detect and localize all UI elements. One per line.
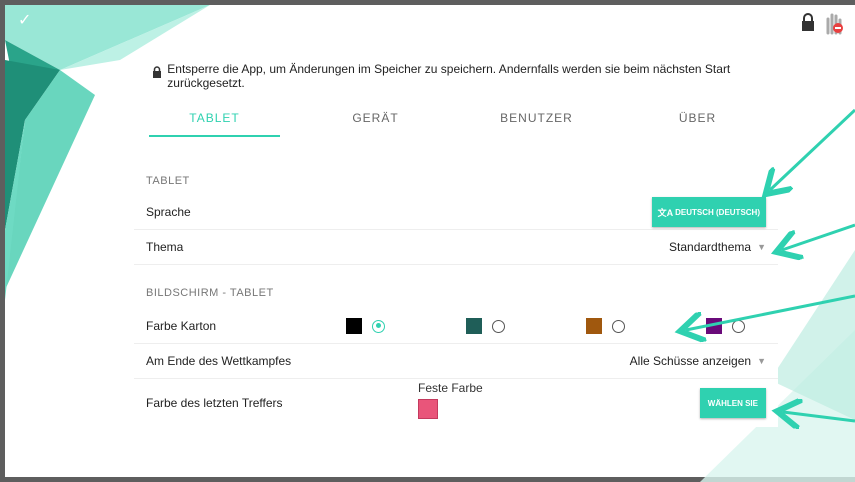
card-color-row: Farbe Karton	[134, 309, 778, 344]
card-color-option-purple[interactable]	[706, 318, 745, 334]
color-swatch	[466, 318, 482, 334]
theme-value: Standardthema	[669, 240, 752, 254]
settings-tabs: TABLET GERÄT BENUTZER ÜBER	[134, 105, 778, 137]
tab-ueber[interactable]: ÜBER	[617, 105, 778, 137]
card-color-option-teal[interactable]	[466, 318, 505, 334]
end-of-competition-value: Alle Schüsse anzeigen	[629, 354, 752, 368]
section-title-screen: BILDSCHIRM - TABLET	[146, 287, 274, 299]
notice-text: Entsperre die App, um Änderungen im Spei…	[167, 62, 731, 90]
settings-content: TABLET Sprache 文A DEUTSCH (DEUTSCH) Them…	[134, 165, 778, 427]
end-of-competition-select[interactable]: Alle Schüsse anzeigen ▼	[630, 354, 766, 368]
language-button-label: DEUTSCH (DEUTSCH)	[675, 207, 760, 217]
tab-tablet[interactable]: TABLET	[134, 105, 295, 137]
choose-color-button[interactable]: WÄHLEN SIE	[699, 388, 766, 418]
color-swatch	[706, 318, 722, 334]
lock-icon[interactable]	[800, 12, 816, 37]
check-icon[interactable]: ✓	[18, 10, 31, 30]
card-color-label: Farbe Karton	[146, 319, 217, 333]
theme-row: Thema Standardthema ▼	[134, 230, 778, 265]
radio-button[interactable]	[732, 319, 745, 333]
radio-button[interactable]	[492, 319, 505, 333]
fixed-color-label: Feste Farbe	[418, 381, 483, 395]
end-of-competition-label: Am Ende des Wettkampfes	[146, 354, 292, 368]
lock-notice: Entsperre die App, um Änderungen im Spei…	[152, 62, 772, 90]
section-title-tablet: TABLET	[146, 175, 190, 187]
color-swatch	[346, 318, 362, 334]
chevron-down-icon: ▼	[757, 356, 766, 366]
theme-select[interactable]: Standardthema ▼	[669, 240, 766, 254]
hand-disabled-icon[interactable]	[822, 11, 846, 40]
end-of-competition-row: Am Ende des Wettkampfes Alle Schüsse anz…	[134, 344, 778, 379]
tab-geraet[interactable]: GERÄT	[295, 105, 456, 137]
card-color-option-black[interactable]	[346, 318, 385, 334]
lock-small-icon	[152, 66, 163, 90]
last-hit-color-row: Farbe des letzten Treffers Feste Farbe W…	[134, 379, 778, 427]
language-label: Sprache	[146, 205, 191, 219]
translate-icon: 文A	[657, 207, 674, 218]
fixed-color-group: Feste Farbe	[418, 381, 483, 419]
tab-benutzer[interactable]: BENUTZER	[456, 105, 617, 137]
language-row: Sprache 文A DEUTSCH (DEUTSCH)	[134, 195, 778, 230]
chevron-down-icon: ▼	[757, 242, 766, 252]
language-button[interactable]: 文A DEUTSCH (DEUTSCH)	[651, 197, 766, 227]
card-color-option-brown[interactable]	[586, 318, 625, 334]
theme-label: Thema	[146, 240, 184, 254]
color-swatch	[586, 318, 602, 334]
radio-button[interactable]	[612, 319, 625, 333]
radio-selected[interactable]	[372, 319, 385, 333]
fixed-color-swatch[interactable]	[418, 399, 438, 419]
